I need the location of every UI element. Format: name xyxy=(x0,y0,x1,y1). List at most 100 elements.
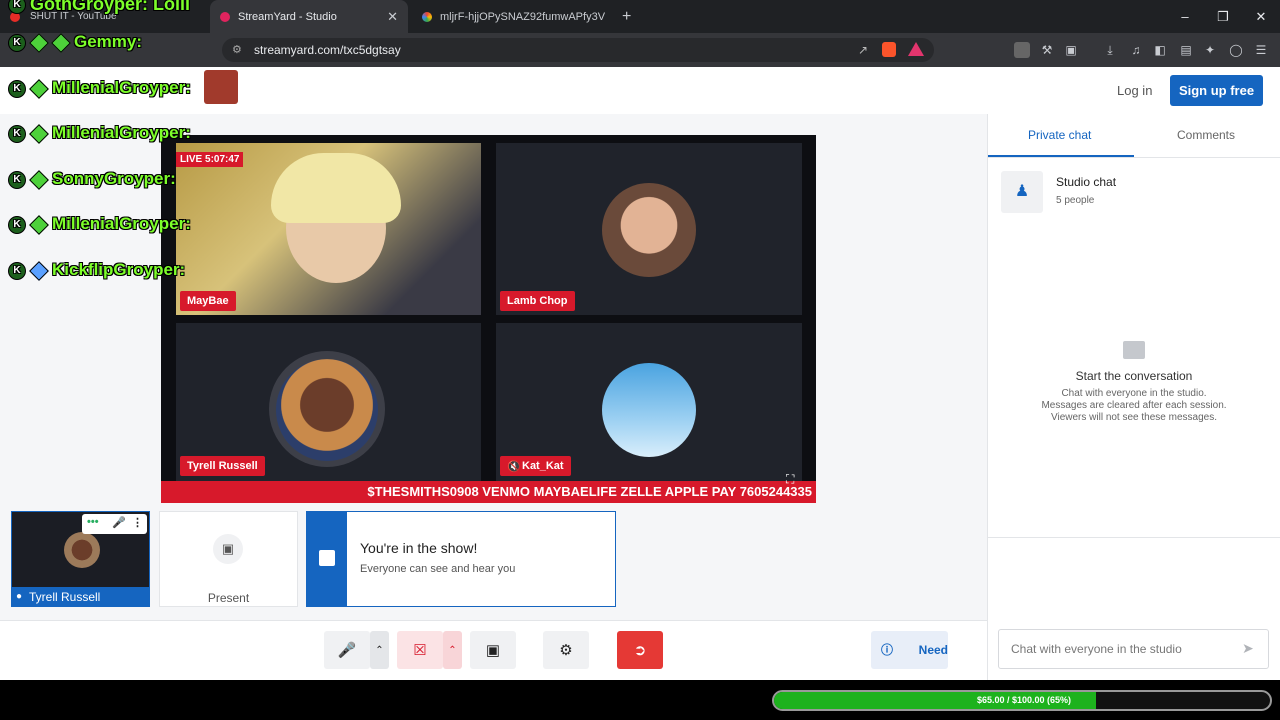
kick-badge-icon: K xyxy=(8,33,26,52)
help-icon: ⓘ xyxy=(881,643,894,657)
signup-button[interactable]: Sign up free xyxy=(1170,75,1263,106)
video-tile-lamb-chop[interactable] xyxy=(496,143,802,315)
leo-icon[interactable]: ✦ xyxy=(1202,42,1218,58)
participant-avatar xyxy=(602,183,696,277)
url-bar[interactable]: ⚙ streamyard.com/txc5dgtsay ↗ xyxy=(222,38,934,62)
share-icon[interactable]: ↗ xyxy=(858,38,868,62)
in-show-accent-bar xyxy=(307,512,347,606)
brave-shield-icon[interactable] xyxy=(882,42,896,57)
kick-badge-icon: K xyxy=(8,124,26,143)
site-info-icon[interactable]: ⚙ xyxy=(232,38,242,62)
tab-title: mljrF-hjjOPySNAZ92fumwAPfy3VCv... xyxy=(440,10,605,23)
camera-options-chevron-icon[interactable]: ⌃ xyxy=(443,631,462,669)
browser-tab-bar: SHUT IT - YouTube StreamYard - Studio ✕ … xyxy=(0,0,1280,33)
present-label: Present xyxy=(207,591,250,605)
address-bar-row: ⚙ streamyard.com/txc5dgtsay ↗ xyxy=(0,33,1280,67)
tab-second[interactable]: mljrF-hjjOPySNAZ92fumwAPfy3VCv... xyxy=(412,0,612,33)
kick-badge-icon: K xyxy=(8,170,26,189)
tab-title: StreamYard - Studio xyxy=(238,10,337,23)
mic-options-chevron-icon[interactable]: ⌃ xyxy=(370,631,389,669)
muted-mic-icon: 🔇 xyxy=(507,461,521,473)
nametag-kat: 🔇 Kat_Kat xyxy=(500,456,571,476)
vpn-icon[interactable]: ◯ xyxy=(1228,42,1244,58)
sidebar-icon[interactable]: ◧ xyxy=(1152,42,1168,58)
screenshot-icon[interactable]: ▣ xyxy=(1063,42,1079,58)
share-screen-button[interactable]: ▣ xyxy=(470,631,516,669)
live-timer-badge: LIVE 5:07:47 xyxy=(176,152,244,167)
chat-input[interactable]: Chat with everyone in the studio xyxy=(998,629,1269,669)
restore-icon[interactable]: ❐ xyxy=(1204,0,1242,33)
overlay-chat-line: K GothGroyper: Lolll xyxy=(8,0,190,15)
badge-icon xyxy=(29,214,49,235)
send-icon[interactable]: ➤ xyxy=(1242,640,1254,657)
ticker-banner: $THESMITHS0908 VENMO MAYBAELIFE ZELLE AP… xyxy=(161,481,816,503)
chat-bubble-icon xyxy=(1123,341,1145,359)
kick-badge-icon: K xyxy=(8,215,26,234)
self-avatar xyxy=(64,532,100,568)
camera-off-button[interactable]: ☒ xyxy=(397,631,443,669)
rewards-icon[interactable] xyxy=(908,42,924,56)
login-link[interactable]: Log in xyxy=(1117,83,1152,98)
self-name-label: ● Tyrell Russell xyxy=(11,587,150,607)
tab-divider xyxy=(988,157,1280,158)
minimize-icon[interactable]: – xyxy=(1166,0,1204,33)
overlay-chat-line: K MillenialGroyper: xyxy=(8,78,191,99)
nametag-lamb-chop: Lamb Chop xyxy=(500,291,575,311)
wallet-icon[interactable]: ▤ xyxy=(1178,42,1194,58)
present-button[interactable]: ▣ Present xyxy=(159,511,298,607)
tab-private-chat[interactable]: Private chat xyxy=(1028,128,1091,142)
tab-streamyard[interactable]: StreamYard - Studio ✕ xyxy=(210,0,408,33)
overlay-chat-line: K SonnyGroyper: xyxy=(8,169,176,190)
nametag-tyrell: Tyrell Russell xyxy=(180,456,265,476)
new-tab-button[interactable]: + xyxy=(622,0,642,33)
badge-icon xyxy=(29,32,49,53)
in-show-subtitle: Everyone can see and hear you xyxy=(360,563,516,575)
person-icon: ● xyxy=(16,591,23,602)
broadcast-stage xyxy=(161,135,816,503)
puzzle-icon[interactable]: ⚒ xyxy=(1039,42,1055,58)
contact-card-icon xyxy=(319,550,335,566)
overlay-chat-line: K MillenialGroyper: xyxy=(8,214,191,235)
empty-chat-description: Chat with everyone in the studio. Messag… xyxy=(1041,388,1227,423)
panel-divider xyxy=(988,537,1280,538)
need-help-button[interactable]: ⓘ Need help? xyxy=(871,631,948,695)
overlay-chat-line: K KickflipGroyper: xyxy=(8,260,185,281)
menu-icon[interactable]: ☰ xyxy=(1253,42,1269,58)
settings-button[interactable]: ⚙ xyxy=(543,631,589,669)
extension-icon[interactable] xyxy=(1014,42,1030,58)
fullscreen-icon[interactable]: ⛶ xyxy=(786,472,794,487)
studio-chat-people: 5 people xyxy=(1056,195,1095,206)
exit-icon: ➲ xyxy=(633,642,647,659)
people-icon: ♟ xyxy=(1001,171,1043,213)
download-icon[interactable]: ⤓ xyxy=(1102,42,1118,58)
tab-comments[interactable]: Comments xyxy=(1177,128,1235,142)
nametag-maybae: MayBae xyxy=(180,291,236,311)
streamyard-icon xyxy=(220,11,230,22)
window-controls: – ❐ ✕ xyxy=(1166,0,1280,33)
mic-button[interactable]: 🎤 xyxy=(324,631,370,669)
music-icon[interactable]: ♫ xyxy=(1128,42,1144,58)
self-controls: ••• 🎤 ⋮ xyxy=(82,514,147,534)
audio-level-icon: ••• xyxy=(87,516,99,528)
participant-avatar xyxy=(602,363,696,457)
mic-icon[interactable]: 🎤 xyxy=(112,516,126,529)
close-tab-icon[interactable]: ✕ xyxy=(387,9,398,25)
present-screen-icon: ▣ xyxy=(213,534,243,564)
kick-badge-icon: K xyxy=(8,261,26,280)
kick-badge-icon: K xyxy=(8,0,26,15)
donation-goal-bar: $65.00 / $100.00 (65%) xyxy=(772,690,1272,711)
badge-icon xyxy=(29,169,49,190)
kick-badge-icon: K xyxy=(8,79,26,98)
in-show-card: You're in the show! Everyone can see and… xyxy=(306,511,616,607)
more-options-icon[interactable]: ⋮ xyxy=(132,516,143,529)
emote-icon xyxy=(204,70,238,104)
photos-icon xyxy=(422,11,432,22)
badge-icon xyxy=(51,32,71,53)
screen-share-icon: ▣ xyxy=(485,642,501,659)
close-window-icon[interactable]: ✕ xyxy=(1242,0,1280,33)
empty-chat-title: Start the conversation xyxy=(1075,369,1193,383)
video-tile-maybae[interactable] xyxy=(176,143,481,315)
gear-icon: ⚙ xyxy=(559,642,573,659)
hair-shape xyxy=(271,153,401,223)
leave-studio-button[interactable]: ➲ xyxy=(617,631,663,669)
